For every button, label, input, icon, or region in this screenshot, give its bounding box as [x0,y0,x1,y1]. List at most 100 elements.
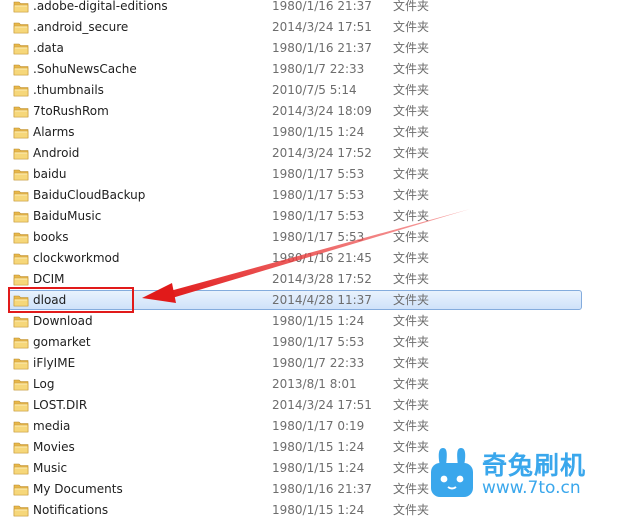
watermark: 奇兔刷机 www.7to.cn [428,444,618,504]
file-name: media [33,419,71,433]
folder-icon [13,442,29,454]
file-type: 文件夹 [393,146,430,160]
file-type: 文件夹 [393,377,430,391]
file-type: 文件夹 [393,188,430,202]
folder-icon [13,85,29,97]
folder-icon [13,127,29,139]
folder-icon [13,463,29,475]
file-row[interactable]: .SohuNewsCache 1980/1/7 22:33 文件夹 [0,59,621,80]
folder-icon [13,316,29,328]
folder-icon [13,148,29,160]
file-type: 文件夹 [393,20,430,34]
file-name: .adobe-digital-editions [33,0,168,13]
file-modified-date: 1980/1/7 22:33 [272,62,365,76]
folder-icon [13,106,29,118]
file-type: 文件夹 [393,419,430,433]
file-row[interactable]: Download 1980/1/15 1:24 文件夹 [0,311,621,332]
file-modified-date: 2014/3/28 17:52 [272,272,372,286]
file-name: Notifications [33,503,109,517]
file-name: 7toRushRom [33,104,109,118]
file-name: Android [33,146,80,160]
folder-icon [13,1,29,13]
file-modified-date: 1980/1/16 21:37 [272,482,372,496]
folder-icon [13,43,29,55]
file-name: Alarms [33,125,75,139]
file-type: 文件夹 [393,41,430,55]
file-type: 文件夹 [393,335,430,349]
file-row[interactable]: Log 2013/8/1 8:01 文件夹 [0,374,621,395]
file-modified-date: 1980/1/17 5:53 [272,167,365,181]
file-type: 文件夹 [393,398,430,412]
file-modified-date: 2014/4/28 11:37 [272,293,372,307]
file-row[interactable]: Android 2014/3/24 17:52 文件夹 [0,143,621,164]
file-modified-date: 1980/1/16 21:37 [272,41,372,55]
file-row[interactable]: BaiduCloudBackup 1980/1/17 5:53 文件夹 [0,185,621,206]
folder-icon [13,379,29,391]
file-row[interactable]: baidu 1980/1/17 5:53 文件夹 [0,164,621,185]
file-type: 文件夹 [393,272,430,286]
file-modified-date: 1980/1/17 0:19 [272,419,365,433]
file-row[interactable]: gomarket 1980/1/17 5:53 文件夹 [0,332,621,353]
file-row[interactable]: iFlyIME 1980/1/7 22:33 文件夹 [0,353,621,374]
highlight-box [8,287,134,313]
file-modified-date: 2013/8/1 8:01 [272,377,357,391]
file-modified-date: 1980/1/15 1:24 [272,461,365,475]
file-modified-date: 1980/1/15 1:24 [272,440,365,454]
file-type: 文件夹 [393,83,430,97]
file-name: .data [33,41,64,55]
file-type: 文件夹 [393,293,430,307]
watermark-title: 奇兔刷机 [482,451,587,480]
folder-icon [13,253,29,265]
file-row[interactable]: clockworkmod 1980/1/16 21:45 文件夹 [0,248,621,269]
folder-icon [13,358,29,370]
watermark-url: www.7to.cn [482,478,581,498]
file-row[interactable]: .data 1980/1/16 21:37 文件夹 [0,38,621,59]
file-modified-date: 1980/1/7 22:33 [272,356,365,370]
folder-icon [13,505,29,517]
file-list: .adobe-digital-editions 1980/1/16 21:37 文件… [0,0,621,521]
file-row[interactable]: BaiduMusic 1980/1/17 5:53 文件夹 [0,206,621,227]
file-modified-date: 1980/1/15 1:24 [272,314,365,328]
file-modified-date: 1980/1/17 5:53 [272,188,365,202]
file-row[interactable]: .thumbnails 2010/7/5 5:14 文件夹 [0,80,621,101]
file-row[interactable]: .android_secure 2014/3/24 17:51 文件夹 [0,17,621,38]
file-row[interactable]: media 1980/1/17 0:19 文件夹 [0,416,621,437]
file-name: BaiduCloudBackup [33,188,146,202]
file-modified-date: 1980/1/16 21:37 [272,0,372,13]
file-modified-date: 1980/1/15 1:24 [272,125,365,139]
file-row[interactable]: .adobe-digital-editions 1980/1/16 21:37 文件… [0,0,621,17]
folder-icon [13,274,29,286]
file-name: Movies [33,440,75,454]
file-modified-date: 1980/1/17 5:53 [272,209,365,223]
file-name: .SohuNewsCache [33,62,137,76]
file-modified-date: 1980/1/17 5:53 [272,230,365,244]
file-name: gomarket [33,335,91,349]
file-row[interactable]: Alarms 1980/1/15 1:24 文件夹 [0,122,621,143]
file-row[interactable]: LOST.DIR 2014/3/24 17:51 文件夹 [0,395,621,416]
file-modified-date: 1980/1/17 5:53 [272,335,365,349]
folder-icon [13,484,29,496]
file-name: Music [33,461,68,475]
file-type: 文件夹 [393,440,430,454]
file-type: 文件夹 [393,482,430,496]
file-name: books [33,230,69,244]
file-type: 文件夹 [393,503,430,517]
file-row[interactable]: books 1980/1/17 5:53 文件夹 [0,227,621,248]
file-type: 文件夹 [393,314,430,328]
file-name: Log [33,377,55,391]
file-type: 文件夹 [393,167,430,181]
file-name: iFlyIME [33,356,76,370]
file-modified-date: 1980/1/16 21:45 [272,251,372,265]
file-type: 文件夹 [393,251,430,265]
file-type: 文件夹 [393,230,430,244]
file-type: 文件夹 [393,104,430,118]
file-name: clockworkmod [33,251,120,265]
folder-icon [13,337,29,349]
file-name: My Documents [33,482,123,496]
file-type: 文件夹 [393,356,430,370]
file-type: 文件夹 [393,62,430,76]
file-modified-date: 2014/3/24 18:09 [272,104,372,118]
file-name: .android_secure [33,20,129,34]
file-row[interactable]: 7toRushRom 2014/3/24 18:09 文件夹 [0,101,621,122]
file-type: 文件夹 [393,209,430,223]
